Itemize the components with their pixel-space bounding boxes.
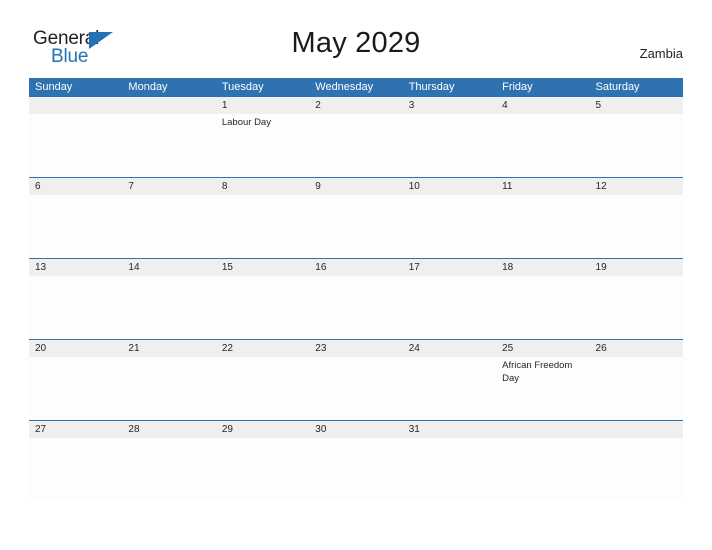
week-day-number-band: 13 14 15 16 17 18 19 [29,259,683,276]
day-event [29,114,122,177]
day-event [29,438,122,501]
day-number[interactable]: 30 [309,421,402,438]
day-number[interactable]: 7 [122,178,215,195]
day-number[interactable]: 5 [590,97,683,114]
day-event [309,276,402,339]
weekday-header-sunday: Sunday [35,81,73,93]
day-number[interactable]: 31 [403,421,496,438]
weekday-header-wednesday: Wednesday [315,81,374,93]
day-event [122,357,215,420]
day-number[interactable]: 14 [122,259,215,276]
week-event-band [29,276,683,339]
day-number[interactable] [29,97,122,114]
day-number[interactable]: 25 [496,340,589,357]
day-event [122,195,215,258]
week-row: 27 28 29 30 31 [29,420,683,501]
day-event [403,276,496,339]
weekday-header-monday: Monday [128,81,168,93]
day-event [496,114,589,177]
day-number[interactable]: 9 [309,178,402,195]
week-event-band: African Freedom Day [29,357,683,420]
day-number[interactable] [496,421,589,438]
day-number[interactable]: 20 [29,340,122,357]
day-number[interactable]: 24 [403,340,496,357]
day-number[interactable]: 12 [590,178,683,195]
day-number[interactable]: 4 [496,97,589,114]
page-header: General Blue May 2029 Zambia [0,0,712,78]
week-event-band [29,195,683,258]
week-row: 6 7 8 9 10 11 12 [29,177,683,258]
day-number[interactable] [122,97,215,114]
day-event [496,438,589,501]
day-event [590,195,683,258]
day-number[interactable]: 10 [403,178,496,195]
day-number[interactable]: 1 [216,97,309,114]
day-event [590,438,683,501]
week-row: 20 21 22 23 24 25 26 African Freedom Day [29,339,683,420]
day-number[interactable]: 6 [29,178,122,195]
day-number[interactable]: 13 [29,259,122,276]
day-event [403,195,496,258]
day-event [590,357,683,420]
day-event [590,276,683,339]
day-number[interactable]: 15 [216,259,309,276]
day-event [309,195,402,258]
day-number[interactable]: 19 [590,259,683,276]
month-calendar: Sunday Monday Tuesday Wednesday Thursday… [29,78,683,501]
day-event [216,195,309,258]
day-number[interactable]: 11 [496,178,589,195]
day-number[interactable]: 21 [122,340,215,357]
day-event [216,276,309,339]
weekday-header-row: Sunday Monday Tuesday Wednesday Thursday… [29,78,683,96]
day-number[interactable]: 2 [309,97,402,114]
day-event [403,357,496,420]
week-day-number-band: 6 7 8 9 10 11 12 [29,178,683,195]
day-event [496,276,589,339]
week-row: 1 2 3 4 5 Labour Day [29,96,683,177]
week-day-number-band: 20 21 22 23 24 25 26 [29,340,683,357]
day-event: African Freedom Day [502,360,573,384]
day-event [403,114,496,177]
day-number[interactable]: 27 [29,421,122,438]
day-event [309,438,402,501]
day-event [403,438,496,501]
day-event [309,114,402,177]
day-event [309,357,402,420]
week-event-band [29,438,683,501]
day-number[interactable]: 8 [216,178,309,195]
day-event [29,276,122,339]
calendar-page: General Blue May 2029 Zambia Sunday Mond… [0,0,712,550]
day-number[interactable]: 28 [122,421,215,438]
weekday-header-friday: Friday [502,81,533,93]
day-event [216,438,309,501]
day-event: Labour Day [221,117,271,128]
day-event [216,357,309,420]
day-number[interactable]: 29 [216,421,309,438]
week-event-band: Labour Day [29,114,683,177]
day-number[interactable]: 23 [309,340,402,357]
week-day-number-band: 1 2 3 4 5 [29,97,683,114]
day-event [590,114,683,177]
weekday-header-saturday: Saturday [595,81,640,93]
day-number[interactable]: 18 [496,259,589,276]
day-number[interactable]: 22 [216,340,309,357]
day-number[interactable]: 16 [309,259,402,276]
day-number[interactable]: 17 [403,259,496,276]
weekday-header-thursday: Thursday [408,81,455,93]
day-event [122,114,215,177]
week-day-number-band: 27 28 29 30 31 [29,421,683,438]
day-event [29,357,122,420]
week-row: 13 14 15 16 17 18 19 [29,258,683,339]
day-event [29,195,122,258]
page-title: May 2029 [291,27,421,59]
day-event [122,438,215,501]
day-event [496,195,589,258]
weekday-header-tuesday: Tuesday [221,81,264,93]
day-number[interactable]: 3 [403,97,496,114]
day-number[interactable]: 26 [590,340,683,357]
day-number[interactable] [590,421,683,438]
country-label: Zambia [639,46,683,61]
day-event [122,276,215,339]
